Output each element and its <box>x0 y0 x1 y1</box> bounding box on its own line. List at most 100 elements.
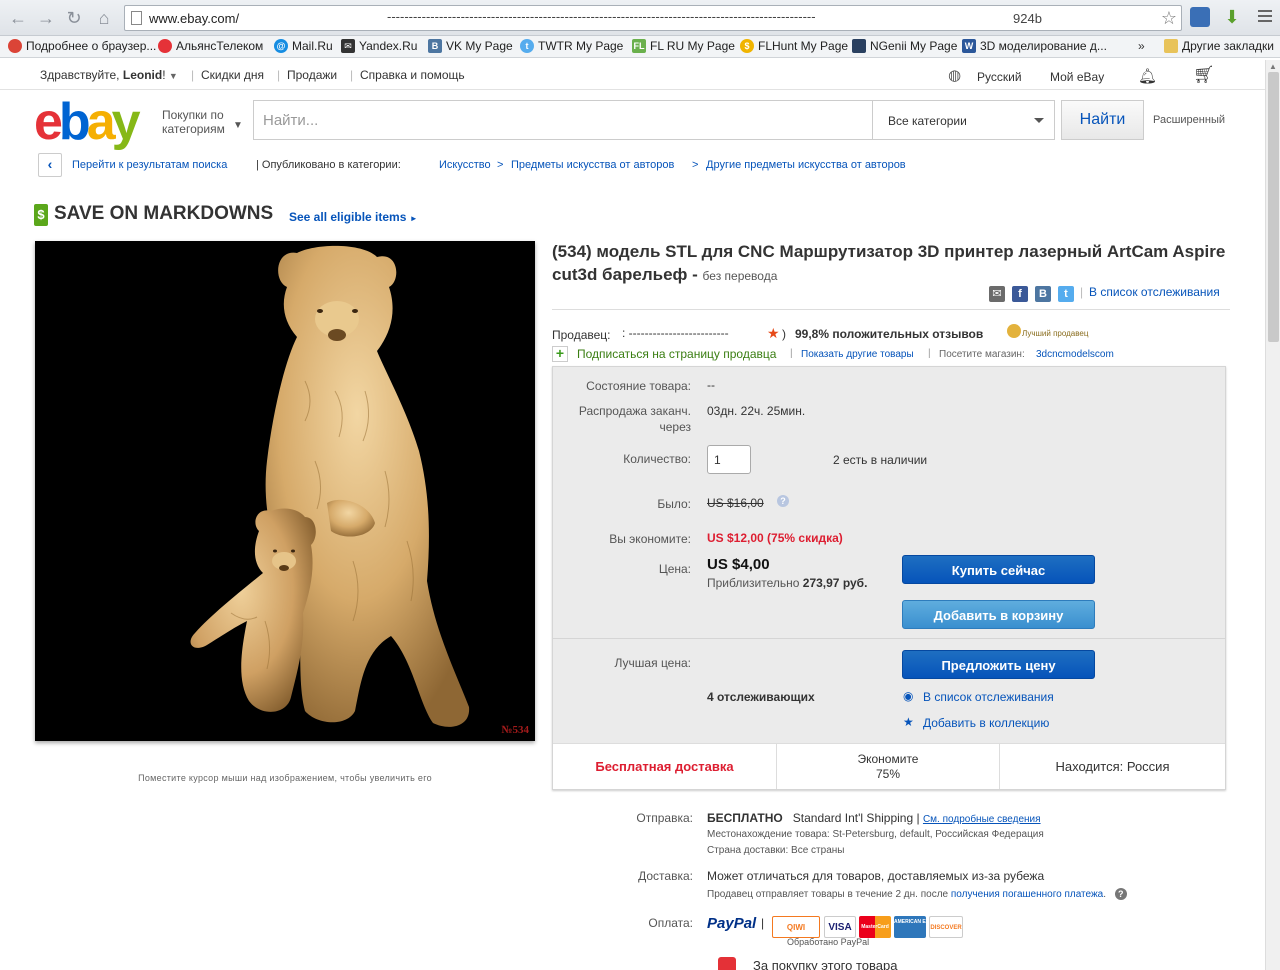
top-seller-badge-icon <box>1007 324 1021 338</box>
url-text: www.ebay.com/ <box>149 11 240 26</box>
condition-value: -- <box>707 378 715 392</box>
download-icon[interactable]: ⬇ <box>1222 7 1242 27</box>
url-suffix: 924b <box>1013 11 1042 26</box>
bookmark-item[interactable]: АльянсТелеком <box>158 39 263 53</box>
top-seller-label: Лучший продавец <box>1022 329 1089 338</box>
bear-relief-image <box>190 245 470 727</box>
buy-box: Состояние товара: -- Распродажа заканч. … <box>552 366 1226 790</box>
add-to-watchlist-link[interactable]: В список отслеживания <box>923 690 1054 704</box>
greeting[interactable]: Здравствуйте, Leonid! ▼ <box>40 68 178 82</box>
shipping-label: Отправка: <box>636 811 693 825</box>
ebay-logo[interactable]: ebay <box>34 96 141 148</box>
extension-icon[interactable] <box>1190 7 1210 27</box>
payment-label: Оплата: <box>648 916 693 930</box>
buy-now-button[interactable]: Купить сейчас <box>902 555 1095 584</box>
bell-icon[interactable]: 🔔︎ <box>1138 67 1157 85</box>
bookmarks-bar: Подробнее о браузер... АльянсТелеком @ Ma… <box>0 36 1280 58</box>
twitter-icon[interactable]: t <box>1058 286 1074 302</box>
advanced-search-link[interactable]: Расширенный <box>1153 114 1225 126</box>
image-hover-caption: Поместите курсор мыши над изображением, … <box>138 773 432 783</box>
product-image[interactable]: №534 <box>35 241 535 741</box>
bookmark-item[interactable]: FL FL RU My Page <box>632 39 735 53</box>
add-to-watchlist-link[interactable]: В список отслеживания <box>1089 285 1220 299</box>
item-title: (534) модель STL для CNC Маршрутизатор 3… <box>552 242 1226 284</box>
seller-name[interactable]: : ------------------------- <box>622 326 729 340</box>
help-link[interactable]: Справка и помощь <box>360 68 465 82</box>
help-icon[interactable]: ? <box>1114 888 1127 900</box>
home-icon[interactable]: ⌂ <box>94 8 114 28</box>
delivery-text: Может отличаться для товаров, доставляем… <box>707 869 1045 883</box>
bookmark-item[interactable]: $ FLHunt My Page <box>740 39 848 53</box>
daily-deals-link[interactable]: Скидки дня <box>201 68 264 82</box>
bookmark-item[interactable]: Подробнее о браузер... <box>8 39 156 53</box>
bookmark-item[interactable]: W 3D моделирование д... <box>962 39 1107 53</box>
cart-icon[interactable]: 🛒︎ <box>1193 65 1215 85</box>
flhunt-icon: $ <box>740 39 754 53</box>
search-input[interactable]: Найти... <box>253 100 873 140</box>
condition-label: Состояние товара: <box>586 379 691 393</box>
my-ebay-link[interactable]: Мой eBay <box>1050 70 1104 84</box>
image-stamp: №534 <box>501 724 529 736</box>
cleared-payment-link[interactable]: получения погашенного платежа <box>951 889 1103 900</box>
see-other-items-link[interactable]: Показать другие товары <box>801 349 914 360</box>
forward-arrow-icon[interactable]: → <box>36 8 56 28</box>
feedback-percent[interactable]: 99,8% положительных отзывов <box>795 327 983 341</box>
shop-by-category[interactable]: Покупки по категориям <box>162 108 225 136</box>
breadcrumb-item[interactable]: Искусство <box>439 159 491 171</box>
menu-icon[interactable] <box>1258 10 1272 25</box>
fl-icon: FL <box>632 39 646 53</box>
category-select[interactable]: Все категории <box>873 100 1055 140</box>
bookmark-item[interactable]: NGenii My Page <box>852 39 957 53</box>
seller-info: Продавец: : ------------------------- ★ … <box>552 324 1089 342</box>
bookmarks-overflow-icon[interactable]: » <box>1138 39 1145 53</box>
language-selector[interactable]: Русский <box>977 70 1022 84</box>
caret-down-icon <box>1034 118 1044 123</box>
quantity-input[interactable]: 1 <box>707 445 751 474</box>
bookmark-star-icon[interactable]: ☆ <box>1161 8 1177 29</box>
see-eligible-link[interactable]: See all eligible items ► <box>289 210 418 224</box>
make-offer-button[interactable]: Предложить цену <box>902 650 1095 679</box>
reload-icon[interactable]: ↻ <box>64 8 84 28</box>
word-icon: W <box>962 39 976 53</box>
bookmark-item[interactable]: ✉ Yandex.Ru <box>341 39 417 53</box>
folder-icon <box>1164 39 1178 53</box>
back-arrow-icon[interactable]: ← <box>8 8 28 28</box>
watchers-count: 4 отслеживающих <box>707 690 815 704</box>
chrome-icon <box>8 39 22 53</box>
back-to-results-link[interactable]: Перейти к результатам поиска <box>72 159 227 171</box>
vk-icon[interactable]: B <box>1035 286 1051 302</box>
help-icon[interactable]: ? <box>777 495 789 507</box>
scrollbar-thumb[interactable] <box>1268 72 1279 342</box>
user-name: Leonid <box>122 68 163 82</box>
store-link[interactable]: 3dcncmodelscom <box>1036 349 1114 360</box>
amex-icon: AMERICAN EXPRESS <box>894 916 946 938</box>
add-to-collection-link[interactable]: Добавить в коллекцию <box>923 716 1049 730</box>
scroll-up-icon[interactable]: ▲ <box>1269 62 1277 71</box>
breadcrumb-item[interactable]: Предметы искусства от авторов <box>511 159 674 171</box>
bookmark-item[interactable]: @ Mail.Ru <box>274 39 333 53</box>
twitter-icon: t <box>520 39 534 53</box>
page-scrollbar[interactable]: ▲ <box>1265 60 1280 970</box>
chevron-left-icon[interactable]: ‹ <box>38 153 62 177</box>
sell-link[interactable]: Продажи <box>287 68 337 82</box>
email-icon[interactable]: ✉ <box>989 286 1005 302</box>
bookmark-item[interactable]: t TWTR My Page <box>520 39 623 53</box>
was-price: US $16,00 <box>707 496 764 510</box>
plus-icon[interactable]: + <box>552 346 568 362</box>
visa-icon: VISA <box>824 916 856 938</box>
other-bookmarks[interactable]: Другие закладки <box>1164 39 1274 53</box>
listed-in-label: | Опубликовано в категории: <box>256 159 401 171</box>
bookmark-item[interactable]: B VK My Page <box>428 39 513 53</box>
alliance-icon <box>158 39 172 53</box>
chevron-down-icon: ▼ <box>168 71 178 81</box>
follow-seller-link[interactable]: Подписаться на страницу продавца <box>577 347 776 361</box>
address-bar[interactable]: www.ebay.com/ --------------------------… <box>124 5 1182 31</box>
chevron-down-icon: ▼ <box>233 120 243 131</box>
facebook-icon[interactable]: f <box>1012 286 1028 302</box>
price-tag-icon: $ <box>34 204 48 226</box>
add-to-cart-button[interactable]: Добавить в корзину <box>902 600 1095 629</box>
search-button[interactable]: Найти <box>1061 100 1144 140</box>
shipping-details-link[interactable]: См. подробные сведения <box>923 814 1041 825</box>
breadcrumb-item[interactable]: Другие предметы искусства от авторов <box>706 159 906 171</box>
price-value: US $4,00 <box>707 556 770 573</box>
